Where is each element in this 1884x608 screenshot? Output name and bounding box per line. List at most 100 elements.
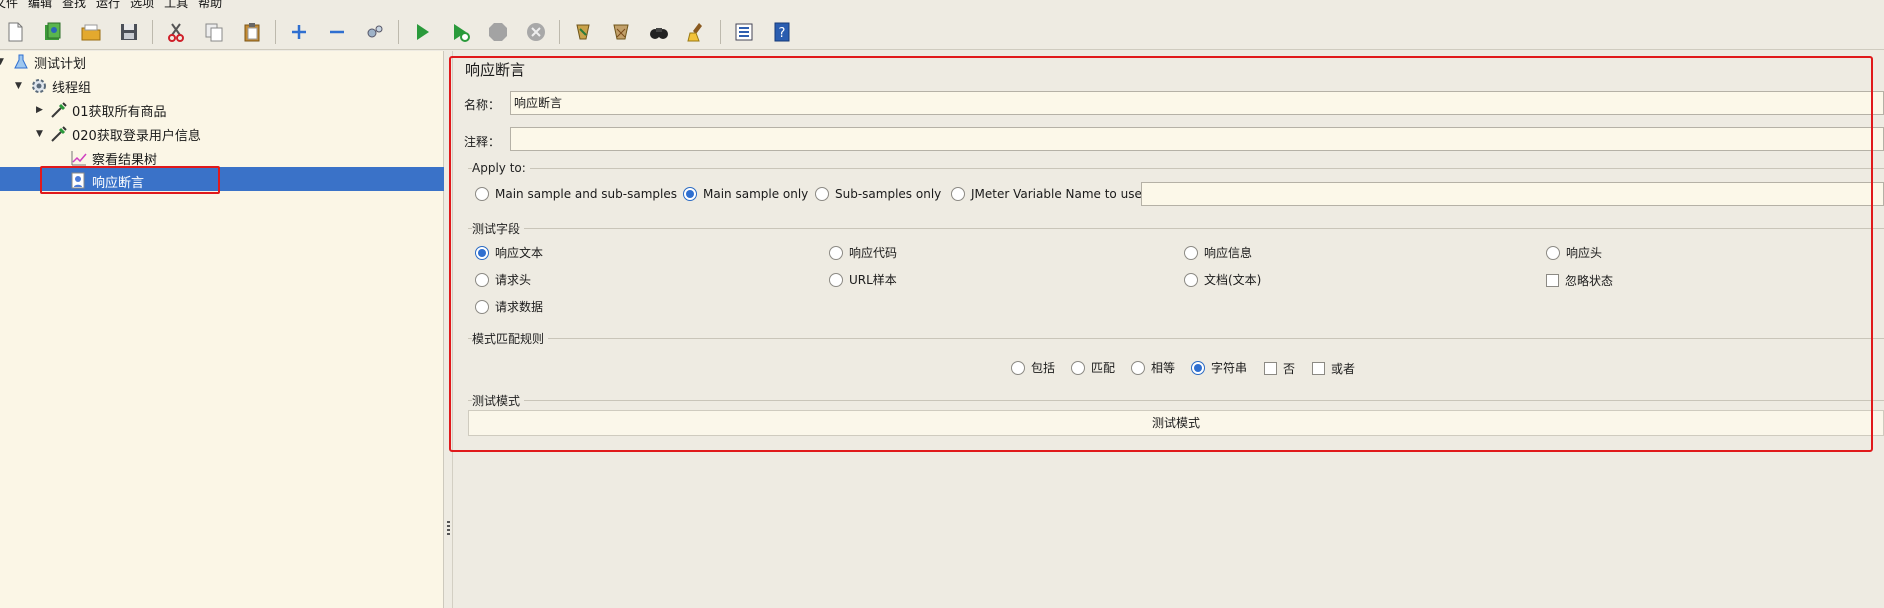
field-response-code-radio[interactable]: 响应代码	[829, 244, 897, 261]
tree-item-thread-group[interactable]: 线程组	[30, 75, 91, 97]
checkbox-label: 或者	[1331, 362, 1356, 376]
start-no-pause-icon[interactable]	[447, 19, 473, 45]
name-label: 名称：	[464, 98, 501, 112]
checkbox[interactable]	[1546, 274, 1559, 287]
stop-icon[interactable]	[485, 19, 511, 45]
comment-label: 注释：	[464, 135, 501, 149]
expand-icon[interactable]	[286, 19, 312, 45]
templates-icon[interactable]	[40, 19, 66, 45]
radio-button[interactable]	[829, 245, 843, 260]
tree-item-label: 01获取所有商品	[72, 104, 167, 120]
radio-button[interactable]	[475, 245, 489, 260]
rule-matches-radio[interactable]: 匹配	[1071, 359, 1115, 376]
field-response-headers-radio[interactable]: 响应头	[1546, 244, 1602, 261]
rule-not-checkbox[interactable]: 否	[1264, 360, 1295, 377]
radio-button[interactable]	[1131, 360, 1145, 375]
radio-button[interactable]	[1184, 272, 1198, 287]
divider	[468, 338, 1884, 339]
checkbox[interactable]	[1312, 362, 1325, 375]
rule-equals-radio[interactable]: 相等	[1131, 359, 1175, 376]
apply-main-only-radio[interactable]: Main sample only	[683, 187, 808, 201]
collapse-icon[interactable]	[324, 19, 350, 45]
collapse-toggle-icon[interactable]: ▼	[36, 129, 46, 139]
collapse-toggle-icon[interactable]: ▼	[15, 81, 25, 91]
radio-button[interactable]	[815, 187, 829, 201]
radio-button[interactable]	[475, 187, 489, 201]
copy-icon[interactable]	[201, 19, 227, 45]
clear-all-icon[interactable]	[684, 19, 710, 45]
tree-item-sampler-2[interactable]: 020获取登录用户信息	[50, 123, 201, 145]
radio-button[interactable]	[1546, 245, 1560, 260]
menu-options[interactable]: 选项	[130, 0, 154, 9]
menu-file[interactable]: 文件	[0, 0, 18, 9]
menu-help[interactable]: 帮助	[198, 0, 222, 9]
toggle-icon[interactable]	[362, 19, 388, 45]
radio-label: 文档(文本)	[1204, 273, 1262, 287]
apply-variable-radio[interactable]: JMeter Variable Name to use	[951, 187, 1142, 201]
rule-contains-radio[interactable]: 包括	[1011, 359, 1055, 376]
patterns-column-header[interactable]: 测试模式	[469, 411, 1883, 435]
radio-button[interactable]	[683, 187, 697, 201]
radio-button[interactable]	[1184, 245, 1198, 260]
panel-title: 响应断言	[465, 61, 526, 79]
field-document-radio[interactable]: 文档(文本)	[1184, 271, 1261, 288]
expand-toggle-icon[interactable]: ▶	[36, 105, 46, 115]
radio-button[interactable]	[475, 272, 489, 287]
start-icon[interactable]	[409, 19, 435, 45]
open-icon[interactable]	[78, 19, 104, 45]
toolbar-separator	[398, 19, 399, 44]
radio-label: 请求数据	[495, 300, 544, 314]
rule-or-checkbox[interactable]: 或者	[1312, 360, 1355, 377]
collapse-toggle-icon[interactable]: ▼	[0, 57, 7, 67]
function-helper-icon[interactable]	[731, 19, 757, 45]
toolbar: ?	[0, 14, 1884, 50]
divider	[468, 400, 1884, 401]
radio-button[interactable]	[475, 299, 489, 314]
radio-button[interactable]	[951, 187, 965, 201]
menu-edit[interactable]: 编辑	[28, 0, 52, 9]
radio-button[interactable]	[1011, 360, 1025, 375]
ignore-status-checkbox[interactable]: 忽略状态	[1546, 272, 1613, 289]
radio-button[interactable]	[1071, 360, 1085, 375]
radio-button[interactable]	[1191, 360, 1205, 375]
field-url-radio[interactable]: URL样本	[829, 271, 897, 288]
rule-substring-radio[interactable]: 字符串	[1191, 359, 1247, 376]
checkbox[interactable]	[1264, 362, 1277, 375]
menu-bar: 文件 编辑 查找 运行 选项 工具 帮助	[0, 0, 1884, 14]
new-file-icon[interactable]	[2, 19, 28, 45]
name-field[interactable]: 响应断言	[510, 91, 1884, 115]
search-icon[interactable]	[646, 19, 672, 45]
checkbox-label: 忽略状态	[1565, 274, 1614, 288]
clear-icon[interactable]	[608, 19, 634, 45]
menu-search[interactable]: 查找	[62, 0, 86, 9]
variable-name-field[interactable]	[1141, 182, 1884, 206]
field-response-message-radio[interactable]: 响应信息	[1184, 244, 1252, 261]
test-plan-tree: ▼ 测试计划 ▼ 线程组 ▶ 01获取所有商品 ▼ 020获取登录用户信息 察看…	[0, 51, 444, 608]
help-icon[interactable]: ?	[769, 19, 795, 45]
field-request-headers-radio[interactable]: 请求头	[475, 271, 531, 288]
pane-splitter[interactable]	[444, 51, 453, 608]
save-icon[interactable]	[116, 19, 142, 45]
field-response-text-radio[interactable]: 响应文本	[475, 244, 543, 261]
menu-run[interactable]: 运行	[96, 0, 120, 9]
paste-icon[interactable]	[239, 19, 265, 45]
menu-tools[interactable]: 工具	[164, 0, 188, 9]
patterns-table[interactable]: 测试模式	[468, 410, 1884, 436]
tree-item-test-plan[interactable]: 测试计划	[12, 51, 86, 73]
remote-icon[interactable]	[570, 19, 596, 45]
toolbar-separator	[275, 19, 276, 44]
checkbox-label: 否	[1283, 362, 1296, 376]
tree-item-label: 察看结果树	[92, 152, 158, 168]
apply-main-and-sub-radio[interactable]: Main sample and sub-samples	[475, 187, 677, 201]
splitter-grip-icon	[447, 521, 450, 535]
shutdown-icon[interactable]	[523, 19, 549, 45]
tree-item-sampler-1[interactable]: 01获取所有商品	[50, 99, 167, 121]
radio-label: 响应头	[1566, 246, 1603, 260]
field-request-data-radio[interactable]: 请求数据	[475, 298, 543, 315]
apply-to-title: Apply to:	[472, 161, 530, 175]
radio-button[interactable]	[829, 272, 843, 287]
cut-icon[interactable]	[163, 19, 189, 45]
comment-field[interactable]	[510, 127, 1884, 151]
gear-icon	[30, 77, 48, 95]
apply-sub-only-radio[interactable]: Sub-samples only	[815, 187, 941, 201]
